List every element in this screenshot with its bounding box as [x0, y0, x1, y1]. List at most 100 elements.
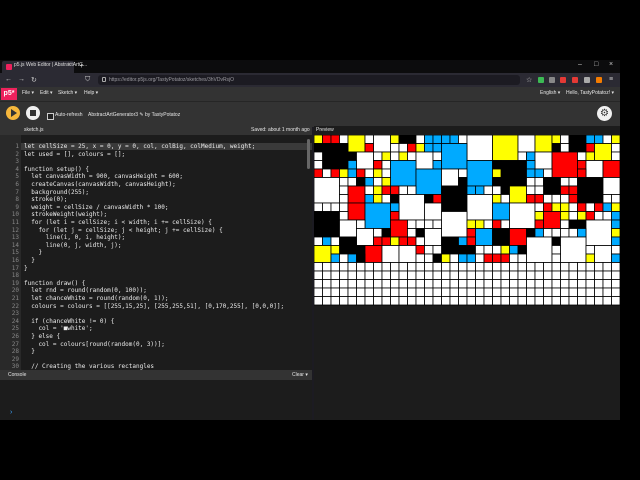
menu-help[interactable]: Help ▾	[84, 90, 98, 96]
grid-cell	[398, 270, 408, 280]
grid-cell	[517, 296, 527, 306]
reload-icon[interactable]: ↻	[31, 76, 37, 84]
art-rectangle	[381, 228, 391, 238]
menu-sketch[interactable]: Sketch ▾	[58, 90, 77, 96]
grid-cell	[398, 287, 408, 297]
tab-close-icon[interactable]: ×	[67, 62, 71, 68]
sketch-name[interactable]: AbstractArtGenerator3 ✎	[88, 112, 144, 118]
maximize-button[interactable]: □	[594, 61, 598, 68]
grid-cell	[551, 270, 561, 280]
art-rectangle	[398, 236, 408, 246]
art-rectangle	[458, 168, 468, 178]
art-rectangle	[568, 185, 578, 195]
art-rectangle	[339, 202, 349, 212]
line-number: 12	[11, 226, 19, 234]
art-rectangle	[347, 177, 357, 187]
sketch-canvas[interactable]	[314, 135, 620, 335]
extension-icon[interactable]	[560, 77, 566, 83]
url-bar[interactable]: https://editor.p5js.org/TastyPotatoz/ske…	[98, 75, 520, 85]
back-icon[interactable]: ←	[5, 76, 12, 83]
grid-cell	[458, 279, 468, 289]
art-rectangle	[568, 135, 587, 153]
extension-icon[interactable]	[596, 77, 602, 83]
art-rectangle	[534, 135, 553, 153]
grid-cell	[424, 296, 434, 306]
art-rectangle	[432, 194, 442, 204]
art-rectangle	[602, 135, 612, 144]
p5-logo[interactable]: p5*	[1, 88, 17, 100]
art-rectangle	[492, 168, 502, 178]
art-rectangle	[381, 160, 391, 170]
grid-cell	[441, 279, 451, 289]
grid-cell	[602, 296, 612, 306]
extension-icon[interactable]	[584, 77, 590, 83]
browser-tab[interactable]: p5.js Web Editor | AbstractArtG... ×	[2, 61, 87, 73]
art-rectangle	[526, 228, 536, 238]
art-rectangle	[424, 135, 434, 144]
menu-edit[interactable]: Edit ▾	[40, 90, 53, 96]
art-rectangle	[398, 194, 425, 221]
art-rectangle	[373, 194, 383, 204]
language-select[interactable]: English ▾	[540, 90, 560, 96]
extension-icon[interactable]	[538, 77, 544, 83]
art-rectangle	[526, 185, 536, 195]
art-rectangle	[441, 211, 468, 238]
extension-icon[interactable]	[549, 77, 555, 83]
line-number: 19	[11, 279, 19, 287]
art-rectangle	[364, 194, 374, 204]
console-clear-button[interactable]: Clear ▾	[292, 372, 308, 378]
grid-cell	[415, 296, 425, 306]
grid-cell	[441, 287, 451, 297]
code-editor[interactable]: 1 2 3 4 5 6 7 8 9 10 11 12 13 14 15 16 17 18 19 20 21 22 23 24 2…	[0, 135, 312, 370]
grid-cell	[475, 296, 485, 306]
console-prompt[interactable]: ›	[10, 409, 12, 416]
art-rectangle	[543, 202, 553, 212]
art-rectangle	[407, 135, 417, 144]
art-rectangle	[577, 177, 604, 204]
code-line: background(255);	[24, 188, 90, 196]
code-line: let rnd = round(random(0, 100));	[24, 287, 147, 295]
grid-cell	[509, 296, 519, 306]
art-rectangle	[483, 219, 493, 229]
art-rectangle	[492, 177, 502, 187]
shield-icon[interactable]: ⛉	[85, 76, 90, 84]
browser-menu-icon[interactable]: ≡	[609, 76, 613, 83]
grid-cell	[585, 262, 595, 272]
auto-refresh-checkbox[interactable]	[47, 113, 54, 120]
art-rectangle	[390, 211, 400, 221]
close-window-button[interactable]: ×	[609, 61, 613, 68]
file-tab[interactable]: sketch.js	[24, 127, 43, 133]
user-menu[interactable]: Hello, TastyPotatoz! ▾	[566, 90, 614, 96]
new-tab-button[interactable]: +	[79, 61, 84, 70]
extension-icon[interactable]	[572, 77, 578, 83]
grid-cell	[415, 270, 425, 280]
grid-cell	[483, 270, 493, 280]
grid-cell	[390, 262, 400, 272]
settings-gear-icon[interactable]: ⚙	[597, 106, 612, 121]
grid-cell	[398, 262, 408, 272]
grid-cell	[432, 270, 442, 280]
forward-icon[interactable]: →	[18, 76, 25, 83]
editor-scrollbar[interactable]	[307, 139, 310, 169]
art-rectangle	[314, 168, 323, 178]
play-button[interactable]	[6, 106, 20, 120]
art-rectangle	[551, 253, 561, 263]
code-line: }	[24, 264, 28, 272]
art-rectangle	[449, 253, 459, 263]
minimize-button[interactable]: –	[578, 61, 582, 68]
grid-cell	[449, 287, 459, 297]
bookmark-star-icon[interactable]: ☆	[526, 76, 532, 84]
art-rectangle	[543, 194, 553, 204]
grid-cell	[568, 279, 578, 289]
art-rectangle	[314, 143, 323, 153]
grid-cell	[466, 296, 476, 306]
art-rectangle	[381, 194, 391, 204]
art-rectangle	[500, 160, 527, 187]
art-rectangle	[509, 253, 519, 263]
art-rectangle	[347, 253, 357, 263]
stop-button[interactable]	[26, 106, 40, 120]
menu-file[interactable]: File ▾	[22, 90, 34, 96]
grid-cell	[364, 296, 374, 306]
grid-cell	[441, 296, 451, 306]
art-rectangle	[526, 177, 536, 187]
